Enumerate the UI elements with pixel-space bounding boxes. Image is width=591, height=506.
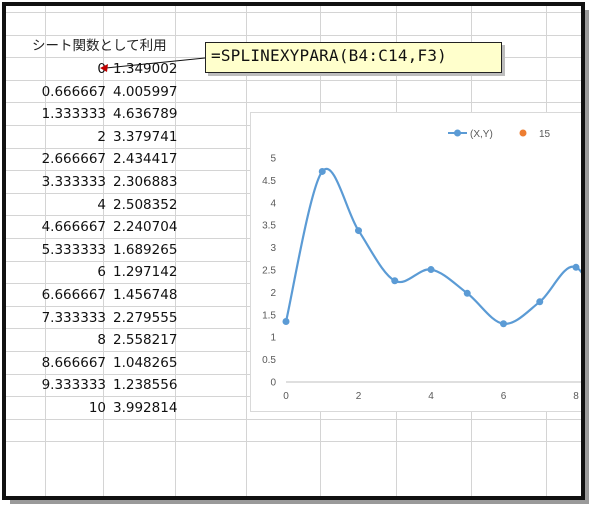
cell-x[interactable]: 8	[97, 329, 106, 351]
cell-x[interactable]: 0.666667	[42, 81, 106, 103]
sheet-title: シート関数として利用	[32, 38, 167, 54]
cell-x[interactable]: 10	[89, 397, 106, 419]
cell-x[interactable]: 6	[97, 261, 106, 283]
x-tick-label: 2	[356, 391, 362, 402]
series-point	[282, 318, 290, 326]
series-point	[318, 167, 326, 175]
cell-y[interactable]: 2.558217	[113, 329, 177, 351]
cell-y[interactable]: 3.992814	[113, 397, 177, 419]
cell-y[interactable]: 2.279555	[113, 307, 177, 329]
chart-plot: 0 0.5 1 1.5 2 2.5 3 3.5 4 4.5 5 0 2 4 6 8 (X,Y) 15	[262, 129, 581, 402]
cell-x[interactable]: 1.333333	[42, 103, 106, 125]
cell-x[interactable]: 5.333333	[42, 239, 106, 261]
chart[interactable]: 0 0.5 1 1.5 2 2.5 3 3.5 4 4.5 5 0 2 4 6 8 (X,Y) 15	[250, 112, 581, 412]
cell-y[interactable]: 2.306883	[113, 171, 177, 193]
cell-y[interactable]: 1.048265	[113, 352, 177, 374]
series-point	[536, 298, 544, 306]
cell-y[interactable]: 1.689265	[113, 239, 177, 261]
cell-x[interactable]: 3.333333	[42, 171, 106, 193]
series-point	[572, 263, 580, 271]
y-tick-label: 0	[270, 378, 276, 389]
series-line	[284, 167, 581, 325]
cell-y[interactable]: 2.434417	[113, 148, 177, 170]
cell-y[interactable]: 2.508352	[113, 194, 177, 216]
series-point	[391, 277, 399, 285]
grid-row-line	[6, 12, 581, 13]
y-tick-label: 1.5	[262, 310, 276, 321]
legend-marker-15	[519, 129, 527, 137]
x-tick-label: 4	[428, 391, 434, 402]
y-tick-label: 4	[270, 198, 276, 209]
y-tick-label: 0.5	[262, 355, 276, 366]
screenshot-frame: シート関数として利用 0 1.349002 0.666667 4.005997 1.33…	[2, 2, 585, 500]
formula-callout: =SPLINEXYPARA(B4:C14,F3)	[205, 42, 502, 73]
cell-y[interactable]: 1.238556	[113, 374, 177, 396]
series-point	[463, 289, 471, 297]
y-tick-label: 3.5	[262, 221, 276, 232]
grid-row-line	[6, 441, 581, 443]
cell-x[interactable]: 8.666667	[42, 352, 106, 374]
cell-y[interactable]: 3.379741	[113, 126, 177, 148]
y-tick-label: 2	[270, 288, 276, 299]
cell-x[interactable]: 9.333333	[42, 374, 106, 396]
legend-marker-xy	[454, 129, 461, 137]
cell-x[interactable]: 4.666667	[42, 216, 106, 238]
y-tick-label: 3	[270, 243, 276, 254]
series-point	[355, 227, 362, 235]
cell-x[interactable]: 6.666667	[42, 284, 106, 306]
cell-x[interactable]: 2	[97, 126, 106, 148]
formula-text: =SPLINEXYPARA(B4:C14,F3)	[211, 46, 447, 65]
cell-x[interactable]: 7.333333	[42, 307, 106, 329]
cell-y[interactable]: 1.456748	[113, 284, 177, 306]
y-tick-label: 1	[270, 333, 276, 344]
x-tick-label: 0	[283, 391, 289, 402]
cell-y[interactable]: 4.005997	[113, 81, 177, 103]
y-tick-label: 4.5	[262, 176, 276, 187]
cell-y[interactable]: 4.636789	[113, 103, 177, 125]
cell-x[interactable]: 2.666667	[42, 148, 106, 170]
y-tick-label: 2.5	[262, 266, 276, 277]
legend-label: (X,Y)	[470, 129, 493, 140]
cell-y[interactable]: 2.240704	[113, 216, 177, 238]
cell-x[interactable]: 0	[97, 58, 106, 80]
x-tick-label: 8	[573, 391, 579, 402]
cell-y[interactable]: 1.349002	[113, 58, 177, 80]
series-point	[500, 320, 507, 328]
cell-x[interactable]: 4	[97, 194, 106, 216]
series-point	[427, 266, 435, 274]
cell-y[interactable]: 1.297142	[113, 261, 177, 283]
x-tick-label: 6	[501, 391, 507, 402]
y-tick-label: 5	[270, 154, 276, 165]
legend-label: 15	[539, 129, 551, 140]
